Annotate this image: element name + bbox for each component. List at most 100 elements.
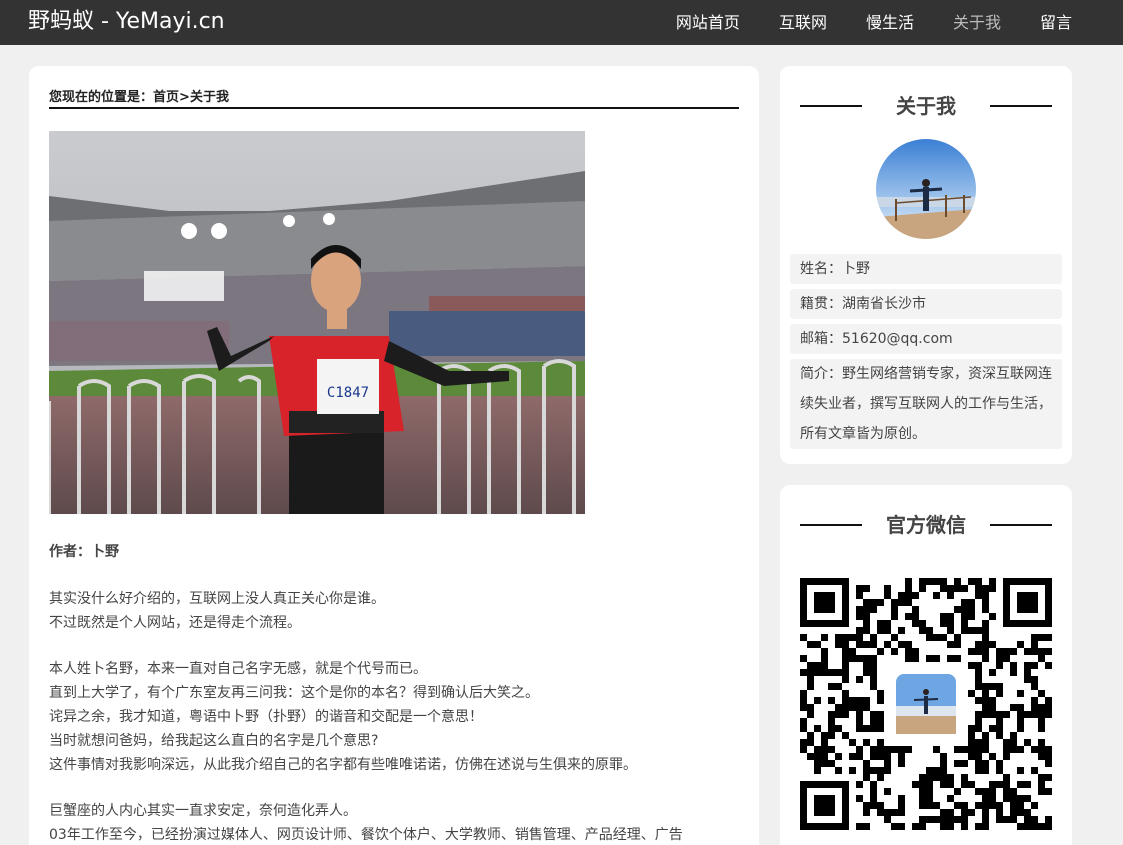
qr-module — [996, 732, 1003, 739]
qr-module — [835, 711, 842, 718]
nav-slow-life[interactable]: 慢生活 — [866, 0, 914, 45]
qr-module — [926, 802, 933, 809]
qr-module — [863, 760, 870, 767]
qr-module — [870, 711, 877, 718]
nav-home[interactable]: 网站首页 — [676, 0, 740, 45]
qr-module — [1017, 802, 1024, 809]
qr-module — [807, 711, 814, 718]
qr-module — [884, 620, 891, 627]
qr-module — [982, 767, 989, 774]
qr-module — [1003, 788, 1010, 795]
qr-module — [884, 585, 891, 592]
qr-module — [863, 774, 870, 781]
qr-module — [835, 669, 842, 676]
qr-module — [863, 606, 870, 613]
qr-module — [961, 781, 968, 788]
qr-module — [807, 676, 814, 683]
qr-module — [996, 767, 1003, 774]
qr-module — [1010, 648, 1017, 655]
qr-module — [975, 767, 982, 774]
qr-module — [821, 753, 828, 760]
qr-module — [814, 760, 821, 767]
qr-module — [863, 585, 870, 592]
qr-module — [1024, 809, 1031, 816]
qr-module — [1038, 788, 1045, 795]
qr-module — [1045, 816, 1052, 823]
qr-module — [800, 655, 807, 662]
qr-module — [1038, 648, 1045, 655]
qr-module — [849, 704, 856, 711]
qr-module — [926, 627, 933, 634]
qr-module — [912, 592, 919, 599]
qr-module — [856, 641, 863, 648]
qr-module — [996, 648, 1003, 655]
qr-module — [982, 809, 989, 816]
nav-internet[interactable]: 互联网 — [779, 0, 827, 45]
qr-module — [975, 585, 982, 592]
qr-module — [1003, 774, 1010, 781]
qr-module — [961, 627, 968, 634]
qr-module — [968, 578, 975, 585]
qr-module — [926, 578, 933, 585]
qr-module — [982, 585, 989, 592]
qr-module — [961, 746, 968, 753]
qr-module — [1017, 809, 1024, 816]
qr-module — [954, 655, 961, 662]
qr-module — [926, 655, 933, 662]
qr-module — [814, 725, 821, 732]
qr-module — [954, 606, 961, 613]
qr-module — [968, 781, 975, 788]
title-rule-left — [800, 105, 862, 107]
qr-module — [800, 704, 807, 711]
qr-module — [989, 711, 996, 718]
qr-module — [870, 676, 877, 683]
qr-module — [975, 711, 982, 718]
qr-module — [1045, 662, 1052, 669]
qr-module — [856, 725, 863, 732]
qr-module — [989, 781, 996, 788]
qr-module — [898, 592, 905, 599]
qr-module — [842, 648, 849, 655]
nav-guestbook[interactable]: 留言 — [1040, 0, 1072, 45]
qr-module — [912, 620, 919, 627]
article-line: 当时就想问爸妈，给我起这么直白的名字是几个意思? — [49, 733, 379, 749]
qr-module — [800, 746, 807, 753]
avatar — [876, 139, 976, 239]
qr-module — [863, 641, 870, 648]
site-logo[interactable]: 野蚂蚁 - YeMayi.cn — [28, 8, 225, 36]
qr-module — [905, 648, 912, 655]
main-nav: 网站首页 互联网 慢生活 关于我 留言 — [637, 0, 1072, 45]
qr-module — [814, 753, 821, 760]
qr-module — [856, 781, 863, 788]
info-hometown: 籍贯：湖南省长沙市 — [790, 289, 1062, 319]
qr-module — [996, 802, 1003, 809]
qr-module — [1045, 746, 1052, 753]
qr-module — [940, 767, 947, 774]
qr-module — [968, 725, 975, 732]
breadcrumb-home[interactable]: 首页 — [153, 90, 179, 105]
qr-module — [1017, 641, 1024, 648]
qr-module — [996, 662, 1003, 669]
qr-module — [975, 760, 982, 767]
qr-module — [975, 627, 982, 634]
qr-module — [1017, 704, 1024, 711]
qr-module — [842, 690, 849, 697]
qr-module — [821, 760, 828, 767]
qr-module — [828, 669, 835, 676]
qr-module — [940, 774, 947, 781]
qr-module — [954, 634, 961, 641]
qr-module — [821, 746, 828, 753]
qr-module — [919, 774, 926, 781]
title-rule-right — [990, 524, 1052, 526]
qr-module — [877, 725, 884, 732]
qr-module — [1045, 634, 1052, 641]
qr-module — [898, 823, 905, 830]
qr-module — [849, 634, 856, 641]
breadcrumb-current[interactable]: 关于我 — [190, 90, 229, 105]
qr-module — [1017, 711, 1024, 718]
qr-module — [982, 648, 989, 655]
qr-module — [905, 746, 912, 753]
qr-module — [968, 809, 975, 816]
article-line: 巨蟹座的人内心其实一直求安定，奈何造化弄人。 — [49, 803, 357, 819]
nav-about[interactable]: 关于我 — [953, 0, 1001, 45]
